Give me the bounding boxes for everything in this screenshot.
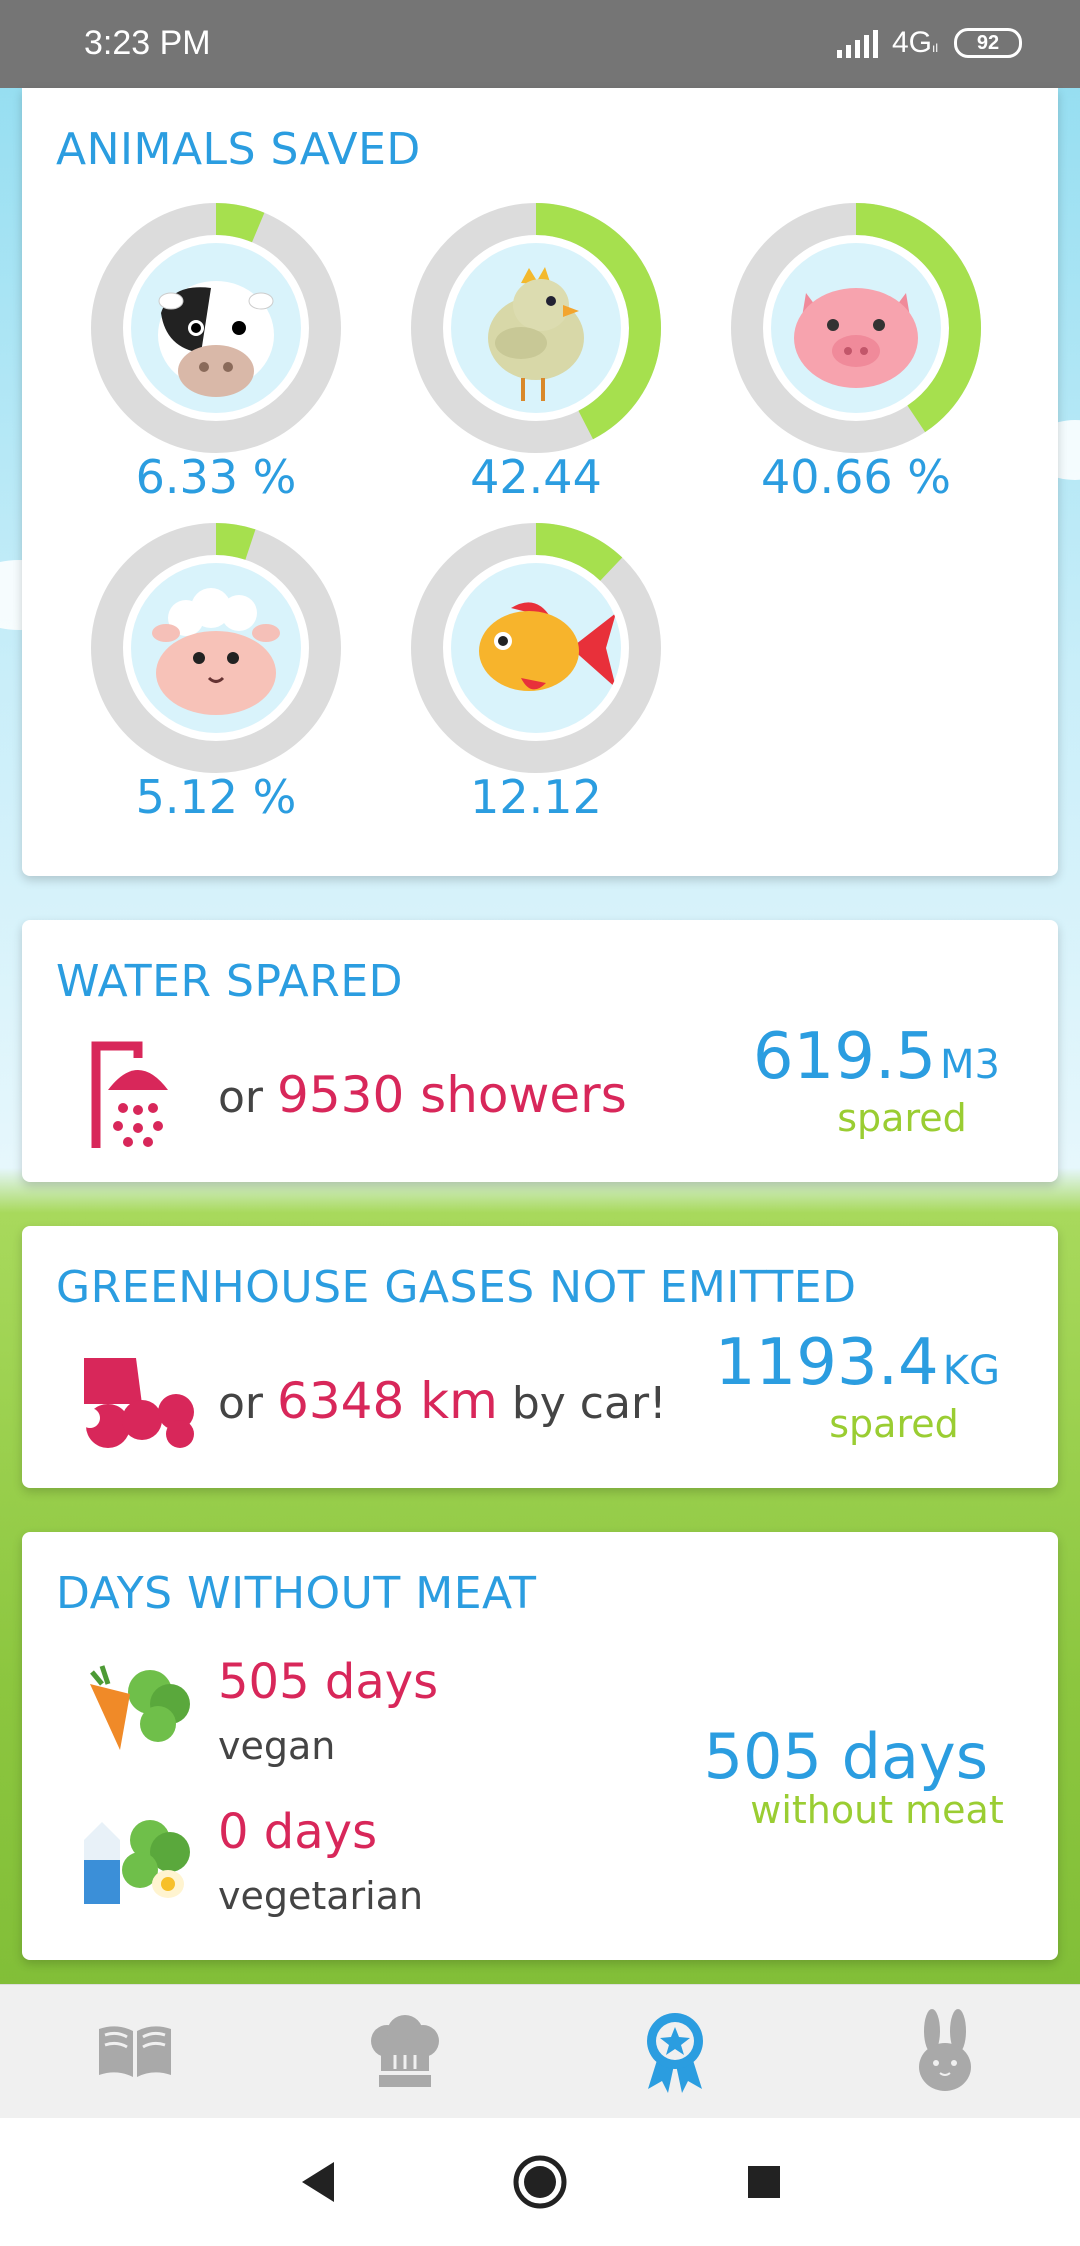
dairy-icon: [80, 1800, 200, 1904]
greenhouse-gases-card: GREENHOUSE GASES NOT EMITTED or 6348 km …: [22, 1226, 1058, 1488]
animal-donut-fish[interactable]: [411, 523, 661, 773]
battery-level: 92: [976, 31, 1000, 54]
animal-percent-fish: 12.12: [470, 770, 602, 824]
back-button[interactable]: [286, 2150, 350, 2214]
nav-achievements[interactable]: [630, 2009, 720, 2093]
water-spared-label: spared: [837, 1096, 967, 1140]
recents-square-icon: [748, 2166, 780, 2198]
or-label: or: [218, 1378, 264, 1429]
network-type: 4Gıl: [891, 26, 938, 59]
animal-donut-pig[interactable]: [731, 203, 981, 453]
back-triangle-icon: [302, 2162, 334, 2202]
animal-percent-chicken: 42.44: [470, 450, 602, 504]
water-comparison: or 9530 showers: [218, 1066, 627, 1124]
animals-saved-title: ANIMALS SAVED: [56, 124, 421, 175]
vegan-days: 505 days: [218, 1654, 439, 1710]
car-km: 6348 km: [277, 1372, 498, 1430]
pig-icon: [771, 243, 941, 413]
cow-icon: [131, 243, 301, 413]
signal-icon: [836, 28, 878, 58]
status-time: 3:23 PM: [84, 24, 211, 62]
status-icons: 4Gıl 92: [836, 26, 1022, 60]
animal-donut-chicken[interactable]: [411, 203, 661, 453]
gas-value: 1193.4 KG: [715, 1326, 1000, 1400]
home-button[interactable]: [508, 2150, 572, 2214]
without-meat-label: without meat: [750, 1788, 1004, 1832]
battery-icon: 92: [954, 28, 1022, 58]
animal-percent-cow: 6.33 %: [135, 450, 297, 504]
award-icon: [647, 2013, 703, 2093]
water-value: 619.5 M3: [753, 1020, 1000, 1094]
nav-profile[interactable]: [900, 2009, 990, 2093]
by-car-label: by car!: [511, 1378, 667, 1429]
shower-icon: [86, 1038, 186, 1148]
gas-unit: KG: [942, 1348, 1000, 1394]
system-navigation-bar: [0, 2118, 1080, 2246]
days-without-meat-title: DAYS WITHOUT MEAT: [56, 1568, 537, 1619]
recents-button[interactable]: [732, 2150, 796, 2214]
total-days: 505 days: [704, 1720, 988, 1793]
bottom-navigation: [0, 1984, 1080, 2118]
days-without-meat-card: DAYS WITHOUT MEAT 505 days vegan 0 days …: [22, 1532, 1058, 1960]
vegan-label: vegan: [218, 1724, 336, 1768]
animal-percent-pig: 40.66 %: [760, 450, 952, 504]
water-unit: M3: [940, 1042, 1000, 1088]
home-circle-icon: [513, 2155, 567, 2209]
animal-donut-sheep[interactable]: [91, 523, 341, 773]
water-spared-title: WATER SPARED: [56, 956, 404, 1007]
fish-icon: [451, 563, 621, 733]
animal-percent-sheep: 5.12 %: [135, 770, 297, 824]
vegetarian-label: vegetarian: [218, 1874, 424, 1918]
vegetables-icon: [80, 1654, 200, 1754]
showers-count: 9530 showers: [277, 1066, 627, 1124]
vegetarian-days: 0 days: [218, 1804, 378, 1860]
gas-comparison: or 6348 km by car!: [218, 1372, 667, 1430]
water-amount: 619.5: [752, 1020, 937, 1094]
rabbit-icon: [919, 2009, 971, 2091]
nav-book[interactable]: [90, 2009, 180, 2093]
gas-spared-label: spared: [829, 1402, 959, 1446]
or-label: or: [218, 1072, 264, 1123]
chef-hat-icon: [371, 2015, 439, 2087]
chicken-icon: [451, 243, 621, 413]
water-spared-card: WATER SPARED or 9530 showers 619.5 M3 spa…: [22, 920, 1058, 1182]
nav-recipes[interactable]: [360, 2009, 450, 2093]
sheep-icon: [131, 563, 301, 733]
greenhouse-gases-title: GREENHOUSE GASES NOT EMITTED: [56, 1262, 857, 1313]
total-days-count: 505 days: [703, 1720, 988, 1793]
animals-saved-card: ANIMALS SAVED 6.33 % 42.44 40.66 % 5.12 …: [22, 88, 1058, 876]
gas-amount: 1193.4: [714, 1326, 939, 1400]
book-icon: [99, 2026, 171, 2077]
animal-donut-cow[interactable]: [91, 203, 341, 453]
status-bar: 3:23 PM 4Gıl 92: [0, 0, 1080, 88]
exhaust-icon: [80, 1354, 200, 1450]
